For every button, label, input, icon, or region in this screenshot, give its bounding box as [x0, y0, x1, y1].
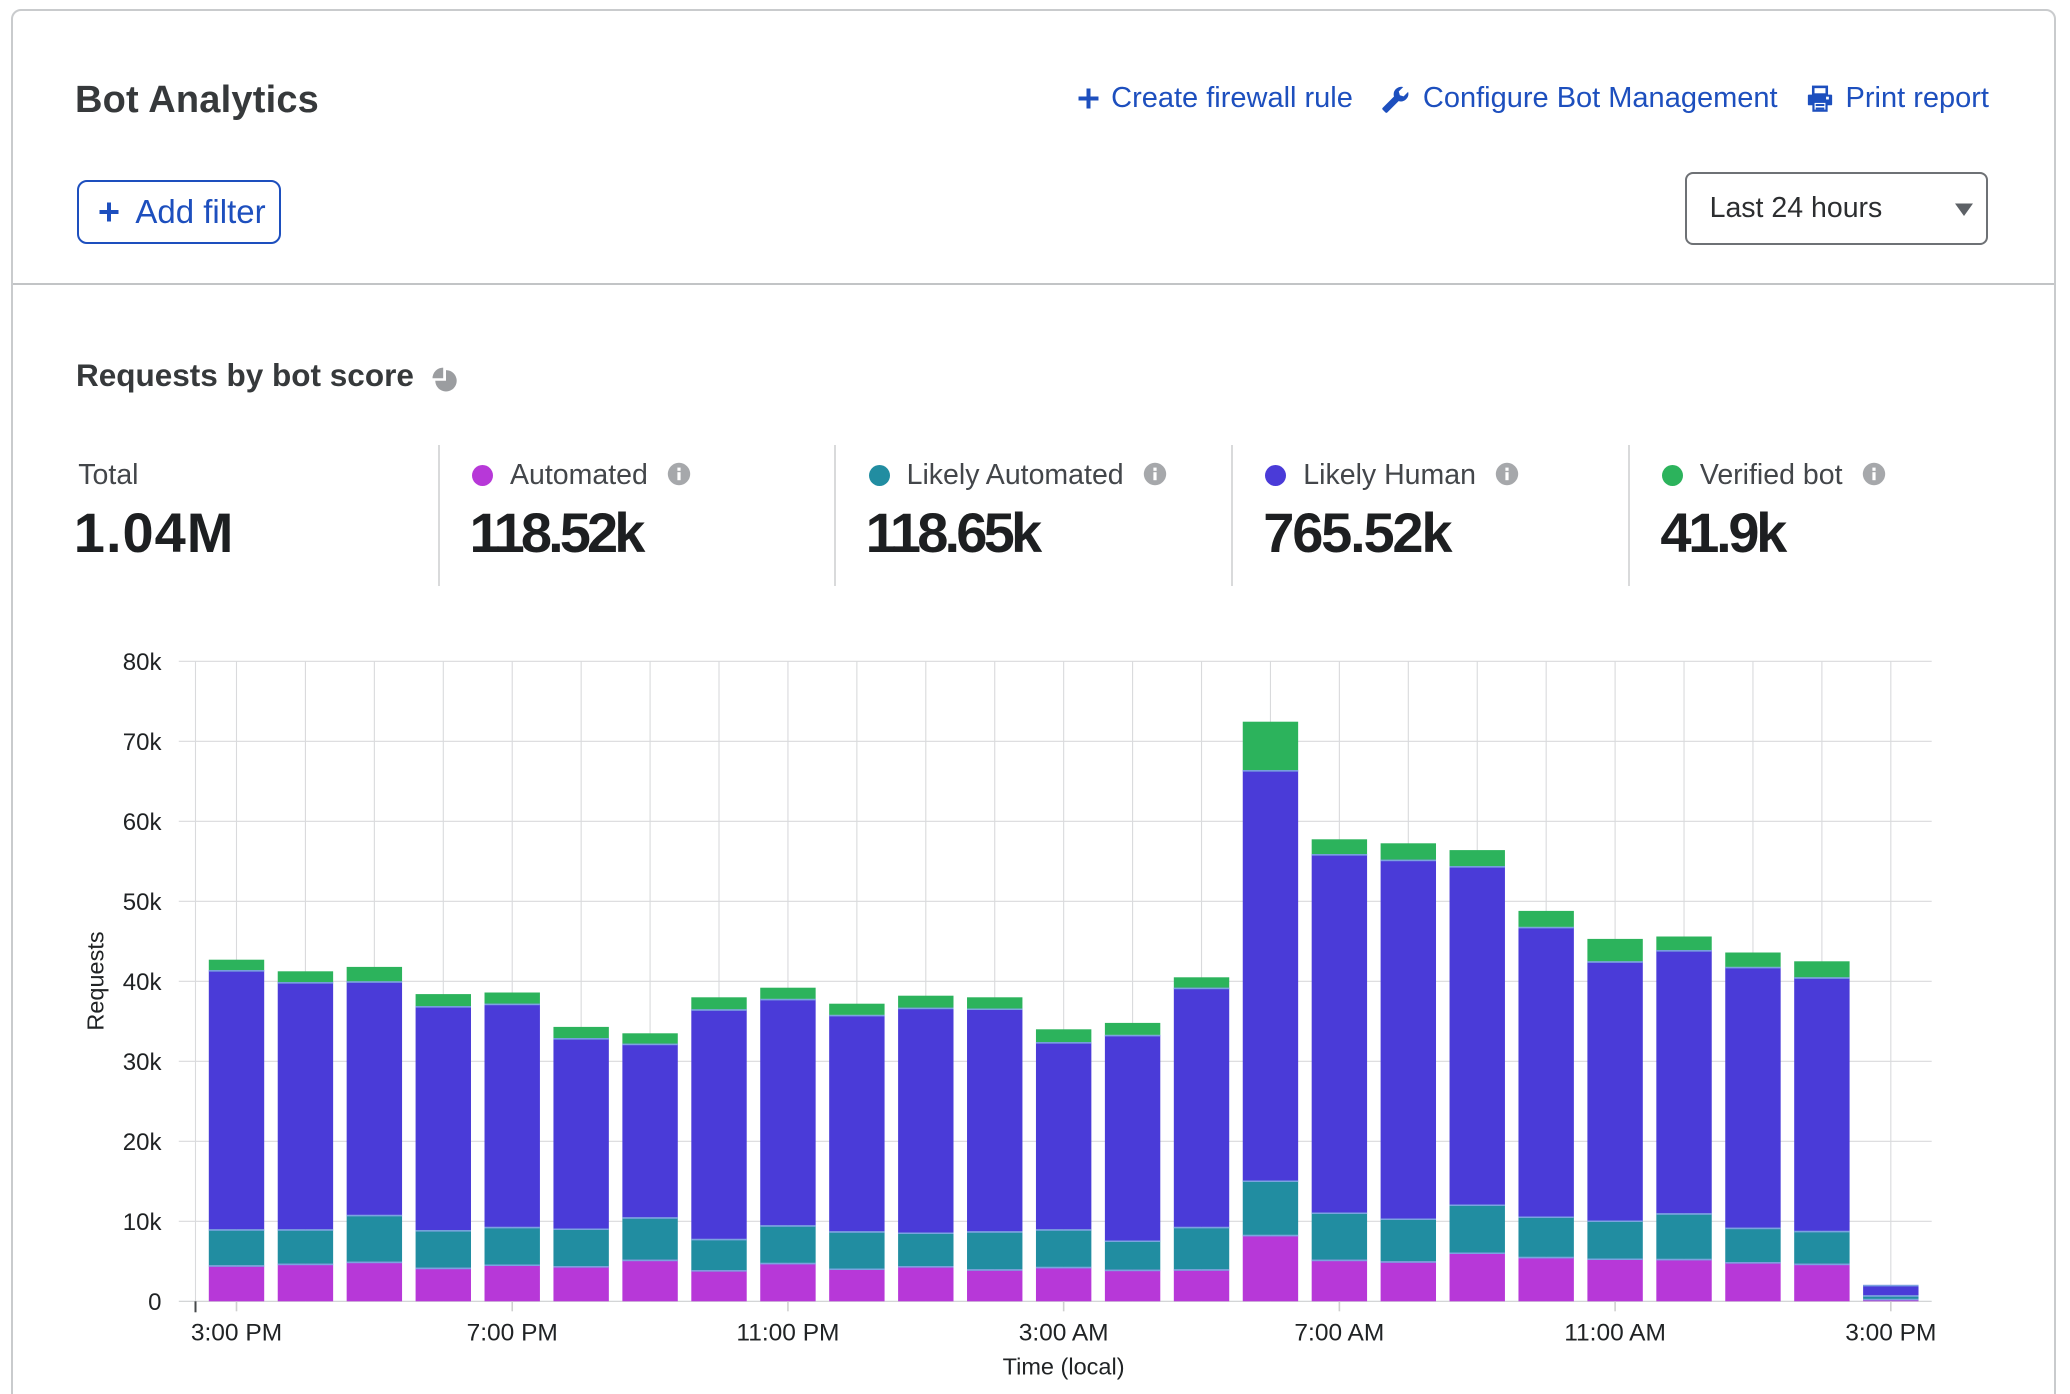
svg-text:60k: 60k	[123, 809, 163, 836]
svg-text:10k: 10k	[123, 1209, 163, 1236]
svg-text:11:00 PM: 11:00 PM	[736, 1320, 839, 1347]
svg-text:11:00 AM: 11:00 AM	[1564, 1320, 1666, 1347]
svg-text:3:00 PM: 3:00 PM	[1845, 1320, 1936, 1347]
svg-text:3:00 AM: 3:00 AM	[1019, 1320, 1109, 1347]
svg-text:40k: 40k	[123, 969, 163, 996]
svg-text:Requests: Requests	[83, 931, 109, 1030]
svg-text:3:00 PM: 3:00 PM	[191, 1320, 282, 1347]
svg-text:80k: 80k	[123, 649, 163, 676]
svg-text:0: 0	[148, 1289, 161, 1316]
svg-text:50k: 50k	[123, 889, 163, 916]
svg-text:Time (local): Time (local)	[1003, 1354, 1125, 1380]
svg-text:20k: 20k	[123, 1129, 163, 1156]
svg-text:7:00 AM: 7:00 AM	[1294, 1320, 1384, 1347]
svg-text:7:00 PM: 7:00 PM	[467, 1320, 558, 1347]
svg-text:30k: 30k	[123, 1049, 163, 1076]
svg-text:70k: 70k	[123, 729, 163, 756]
